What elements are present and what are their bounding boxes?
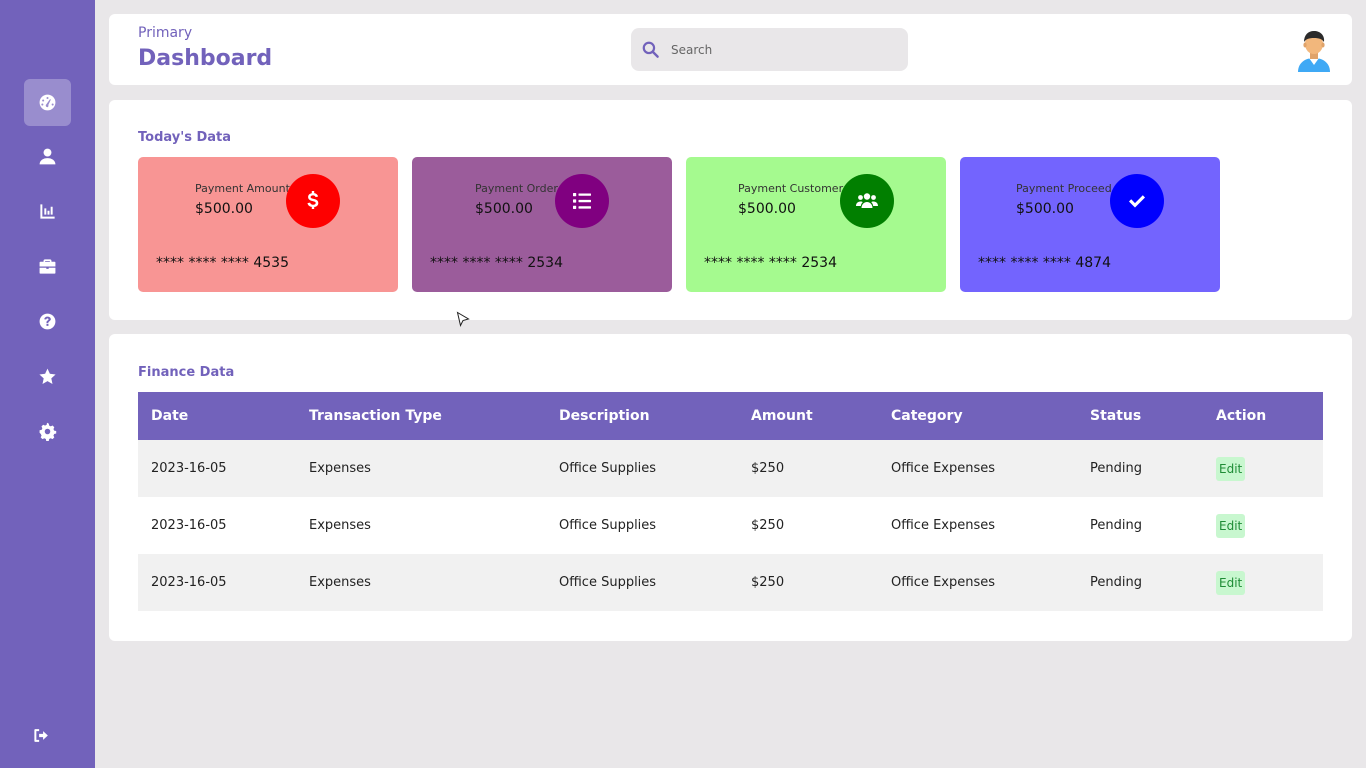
table-row: 2023-16-05 Expenses Office Supplies $250… [138, 440, 1323, 497]
cell-action: Edit [1203, 440, 1323, 497]
logout-icon [34, 729, 48, 742]
table-row: 2023-16-05 Expenses Office Supplies $250… [138, 554, 1323, 611]
cell-date: 2023-16-05 [151, 461, 227, 476]
card-label: Payment Amount [195, 182, 290, 195]
cell-status: Pending [1090, 518, 1142, 533]
card-payment-proceed[interactable]: Payment Proceed $500.00 **** **** **** 4… [960, 157, 1220, 292]
avatar[interactable] [1294, 28, 1334, 72]
dollar-icon [307, 191, 319, 209]
card-icon-circle [286, 174, 340, 228]
list-icon [573, 193, 591, 209]
card-value: $500.00 [1016, 201, 1074, 217]
card-payment-amount[interactable]: Payment Amount $500.00 **** **** **** 45… [138, 157, 398, 292]
card-number: **** **** **** 4535 [156, 255, 289, 271]
sidebar-item-favorites[interactable] [24, 353, 71, 400]
sidebar-item-briefcase[interactable] [24, 243, 71, 290]
column-header-action: Action [1216, 408, 1267, 424]
column-header-category: Category [891, 408, 963, 424]
card-number: **** **** **** 2534 [430, 255, 563, 271]
finance-data-panel: Finance Data Date Transaction Type Descr… [109, 334, 1352, 641]
cell-category: Office Expenses [891, 518, 996, 533]
cell-status: Pending [1090, 461, 1142, 476]
cell-amount: $250 [751, 518, 785, 533]
cell-description: Office Supplies [559, 461, 657, 476]
table-row: 2023-16-05 Expenses Office Supplies $250… [138, 497, 1323, 554]
card-number: **** **** **** 4874 [978, 255, 1111, 271]
cell-date: 2023-16-05 [151, 575, 227, 590]
cell-action: Edit [1203, 497, 1323, 554]
edit-button[interactable]: Edit [1216, 570, 1246, 595]
breadcrumb: Primary [138, 25, 193, 41]
top-bar: Primary Dashboard [109, 14, 1352, 85]
column-header-amount: Amount [751, 408, 813, 424]
sidebar-item-help[interactable] [24, 298, 71, 345]
finance-table: Date Transaction Type Description Amount… [138, 392, 1323, 611]
page-title: Dashboard [138, 46, 273, 71]
logout-button[interactable] [18, 712, 65, 759]
star-icon [39, 368, 56, 384]
card-payment-customer[interactable]: Payment Customer $500.00 **** **** **** … [686, 157, 946, 292]
sidebar [0, 0, 95, 768]
section-title: Finance Data [138, 365, 235, 380]
mouse-cursor-icon [456, 311, 470, 327]
dashboard-icon [39, 94, 56, 111]
card-label: Payment Order [475, 182, 558, 195]
chart-icon [40, 204, 55, 219]
user-icon [39, 148, 56, 165]
search-box[interactable] [631, 28, 908, 71]
cell-category: Office Expenses [891, 575, 996, 590]
edit-button[interactable]: Edit [1216, 513, 1246, 538]
section-title: Today's Data [138, 130, 232, 145]
sidebar-item-dashboard[interactable] [24, 79, 71, 126]
card-payment-order[interactable]: Payment Order $500.00 **** **** **** 253… [412, 157, 672, 292]
gear-icon [39, 422, 57, 441]
todays-data-panel: Today's Data Payment Amount $500.00 ****… [109, 100, 1352, 320]
users-icon [856, 193, 878, 208]
cell-description: Office Supplies [559, 518, 657, 533]
column-header-description: Description [559, 408, 650, 424]
card-value: $500.00 [738, 201, 796, 217]
cell-amount: $250 [751, 461, 785, 476]
cell-description: Office Supplies [559, 575, 657, 590]
sidebar-item-charts[interactable] [24, 188, 71, 235]
table-header-row: Date Transaction Type Description Amount… [138, 392, 1323, 440]
cell-type: Expenses [309, 461, 371, 476]
check-icon [1129, 195, 1145, 208]
card-number: **** **** **** 2534 [704, 255, 837, 271]
search-icon [642, 41, 659, 58]
cell-amount: $250 [751, 575, 785, 590]
card-icon-circle [840, 174, 894, 228]
card-value: $500.00 [475, 201, 533, 217]
sidebar-item-settings[interactable] [24, 408, 71, 455]
edit-button[interactable]: Edit [1216, 456, 1246, 481]
sidebar-item-user[interactable] [24, 133, 71, 180]
search-input[interactable] [671, 28, 901, 71]
column-header-transaction-type: Transaction Type [309, 408, 442, 424]
cell-type: Expenses [309, 575, 371, 590]
cell-status: Pending [1090, 575, 1142, 590]
card-label: Payment Customer [738, 182, 844, 195]
column-header-status: Status [1090, 408, 1142, 424]
cell-date: 2023-16-05 [151, 518, 227, 533]
briefcase-icon [39, 259, 56, 274]
cell-category: Office Expenses [891, 461, 996, 476]
help-icon [39, 313, 56, 330]
column-header-date: Date [151, 408, 189, 424]
card-icon-circle [1110, 174, 1164, 228]
card-value: $500.00 [195, 201, 253, 217]
card-icon-circle [555, 174, 609, 228]
cell-action: Edit [1203, 554, 1323, 611]
cell-type: Expenses [309, 518, 371, 533]
user-avatar-icon [1298, 31, 1330, 72]
card-label: Payment Proceed [1016, 182, 1112, 195]
